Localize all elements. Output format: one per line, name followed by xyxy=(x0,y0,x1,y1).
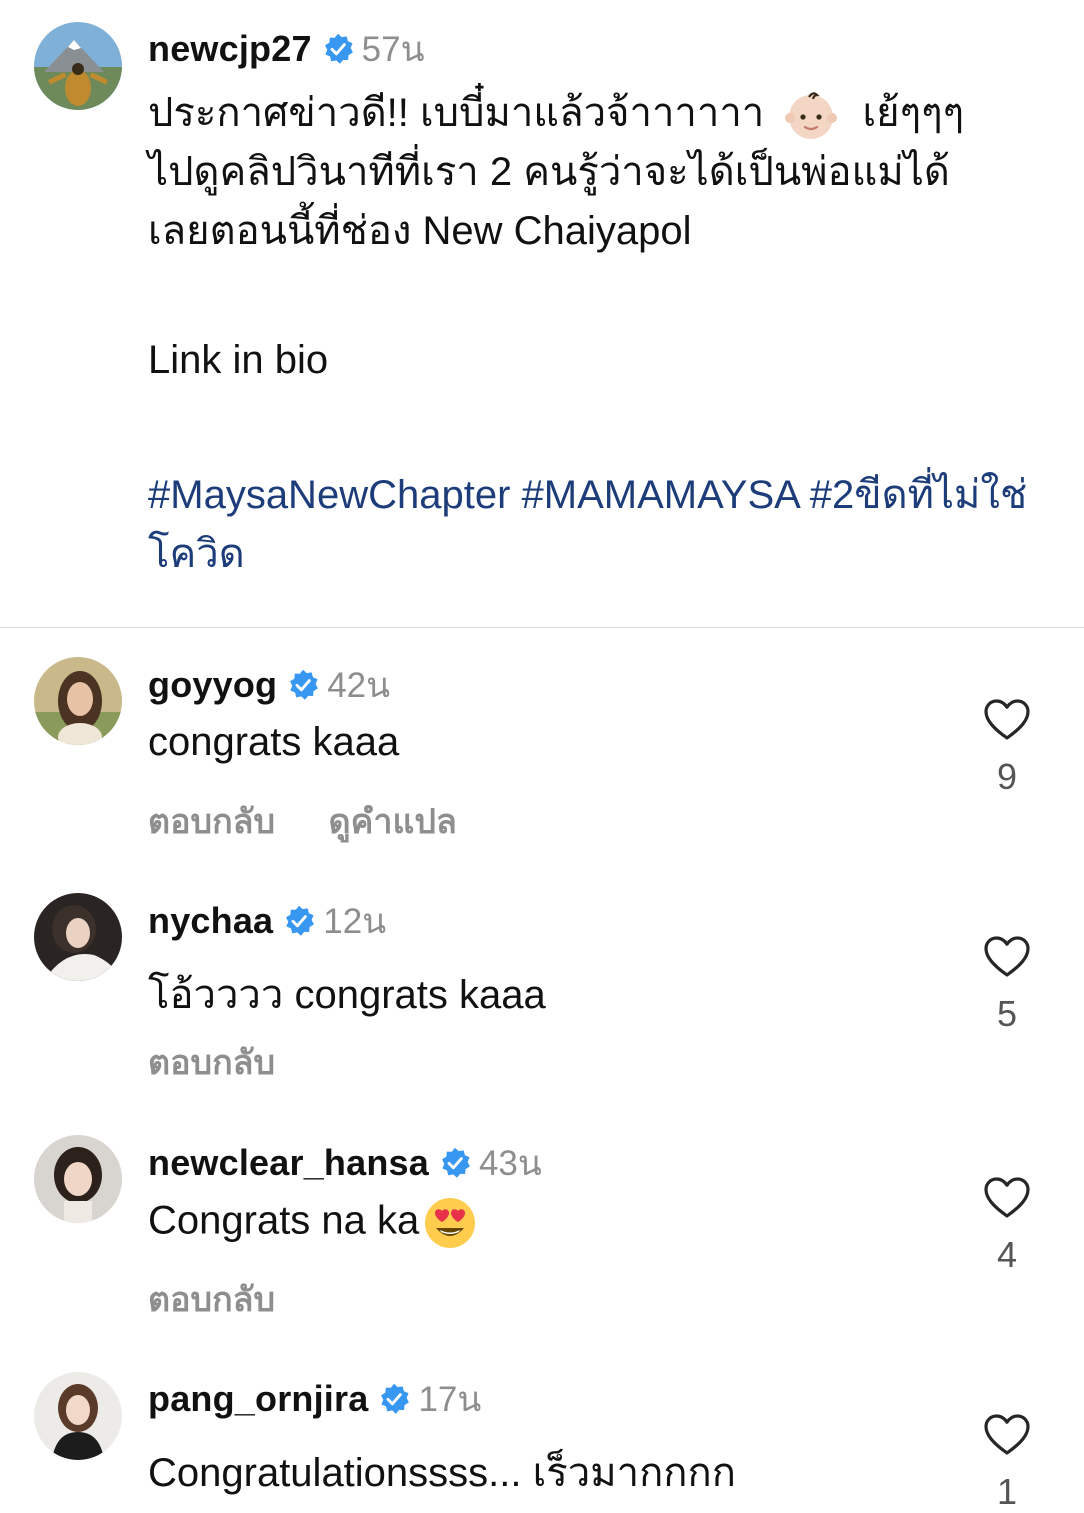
commenter-avatar[interactable] xyxy=(34,1135,122,1223)
like-count: 9 xyxy=(996,756,1018,797)
post-author-avatar[interactable] xyxy=(34,22,122,110)
post-username[interactable]: newcjp27 xyxy=(148,28,312,70)
like-count: 5 xyxy=(996,993,1018,1034)
reply-button[interactable]: ตอบกลับ xyxy=(148,1044,275,1082)
comment-header: newclear_hansa 43น xyxy=(148,1138,542,1188)
verified-badge-icon xyxy=(442,1147,470,1178)
comment-username[interactable]: goyyog xyxy=(148,664,277,706)
like-control: 5 xyxy=(980,935,1034,1035)
comment-username[interactable]: pang_ornjira xyxy=(148,1378,368,1420)
comment-header: goyyog 42น xyxy=(148,660,390,710)
caption-line-1: ประกาศข่าวดี!! เบบี๋มาแล้วจ้าาาาาา เย้ๆๆ… xyxy=(148,84,1028,143)
hashtag-link[interactable]: #MAMAMAYSA xyxy=(522,473,799,517)
commenter-avatar[interactable] xyxy=(34,657,122,745)
comment-actions: ตอบกลับ xyxy=(148,1272,319,1326)
comment-text: โอ้วววว congrats kaaa xyxy=(148,973,546,1017)
commenter-avatar[interactable] xyxy=(34,893,122,981)
comment-text: Congratulationssss... เร็วมากกกก xyxy=(148,1451,736,1495)
comment-actions: ตอบกลับ xyxy=(148,1035,319,1089)
divider xyxy=(0,627,1084,628)
post-caption: ประกาศข่าวดี!! เบบี๋มาแล้วจ้าาาาาา เย้ๆๆ… xyxy=(148,84,1028,584)
see-translation-button[interactable]: ดูคำแปล xyxy=(329,803,457,841)
post-header: newcjp27 57น xyxy=(148,24,425,74)
comment-header: pang_ornjira 17น xyxy=(148,1374,481,1424)
baby-face-emoji-icon xyxy=(785,92,838,140)
verified-badge-icon xyxy=(290,669,319,700)
verified-badge-icon xyxy=(286,905,315,936)
like-control: 1 xyxy=(980,1413,1034,1513)
reply-button[interactable]: ตอบกลับ xyxy=(148,803,275,841)
comment-time: 42น xyxy=(327,665,391,705)
link-in-bio: Link in bio xyxy=(148,338,329,383)
heart-icon[interactable] xyxy=(983,1413,1031,1457)
comment-username[interactable]: nychaa xyxy=(148,900,273,942)
comment-username[interactable]: newclear_hansa xyxy=(148,1142,429,1184)
heart-icon[interactable] xyxy=(983,935,1031,979)
comment-actions: ตอบกลับ ดูคำแปล xyxy=(148,794,501,848)
comment-time: 43น xyxy=(478,1143,542,1183)
comment-text: Congrats na ka xyxy=(148,1196,477,1250)
like-control: 4 xyxy=(980,1176,1034,1276)
caption-text: เย้ๆๆๆ xyxy=(862,91,965,135)
comment-text-content: Congrats na ka xyxy=(148,1198,420,1243)
heart-icon[interactable] xyxy=(983,698,1031,742)
comment-time: 12น xyxy=(323,901,387,941)
comment-header: nychaa 12น xyxy=(148,896,386,946)
commenter-avatar[interactable] xyxy=(34,1372,122,1460)
verified-badge-icon xyxy=(381,1383,410,1414)
caption-text: ประกาศข่าวดี!! เบบี๋มาแล้วจ้าาาาาา xyxy=(148,91,765,135)
heart-icon[interactable] xyxy=(983,1176,1031,1220)
like-count: 4 xyxy=(996,1234,1018,1275)
hashtag-link[interactable]: #MaysaNewChapter xyxy=(148,473,510,517)
hashtag-block: #MaysaNewChapter #MAMAMAYSA #2ขีดที่ไม่ใ… xyxy=(148,466,1028,584)
heart-eyes-emoji-icon xyxy=(425,1198,476,1248)
like-count: 1 xyxy=(996,1471,1018,1512)
verified-badge-icon xyxy=(324,33,353,64)
caption-line-3: เลยตอนนี้ที่ช่อง New Chaiyapol xyxy=(148,209,692,254)
caption-line-2: ไปดูคลิปวินาทีที่เรา 2 คนรู้ว่าจะได้เป็น… xyxy=(148,150,950,195)
comment-time: 17น xyxy=(418,1379,482,1419)
comment-text: congrats kaaa xyxy=(148,720,400,764)
like-control: 9 xyxy=(980,698,1034,798)
reply-button[interactable]: ตอบกลับ xyxy=(148,1281,275,1319)
post-time: 57น xyxy=(361,29,425,69)
